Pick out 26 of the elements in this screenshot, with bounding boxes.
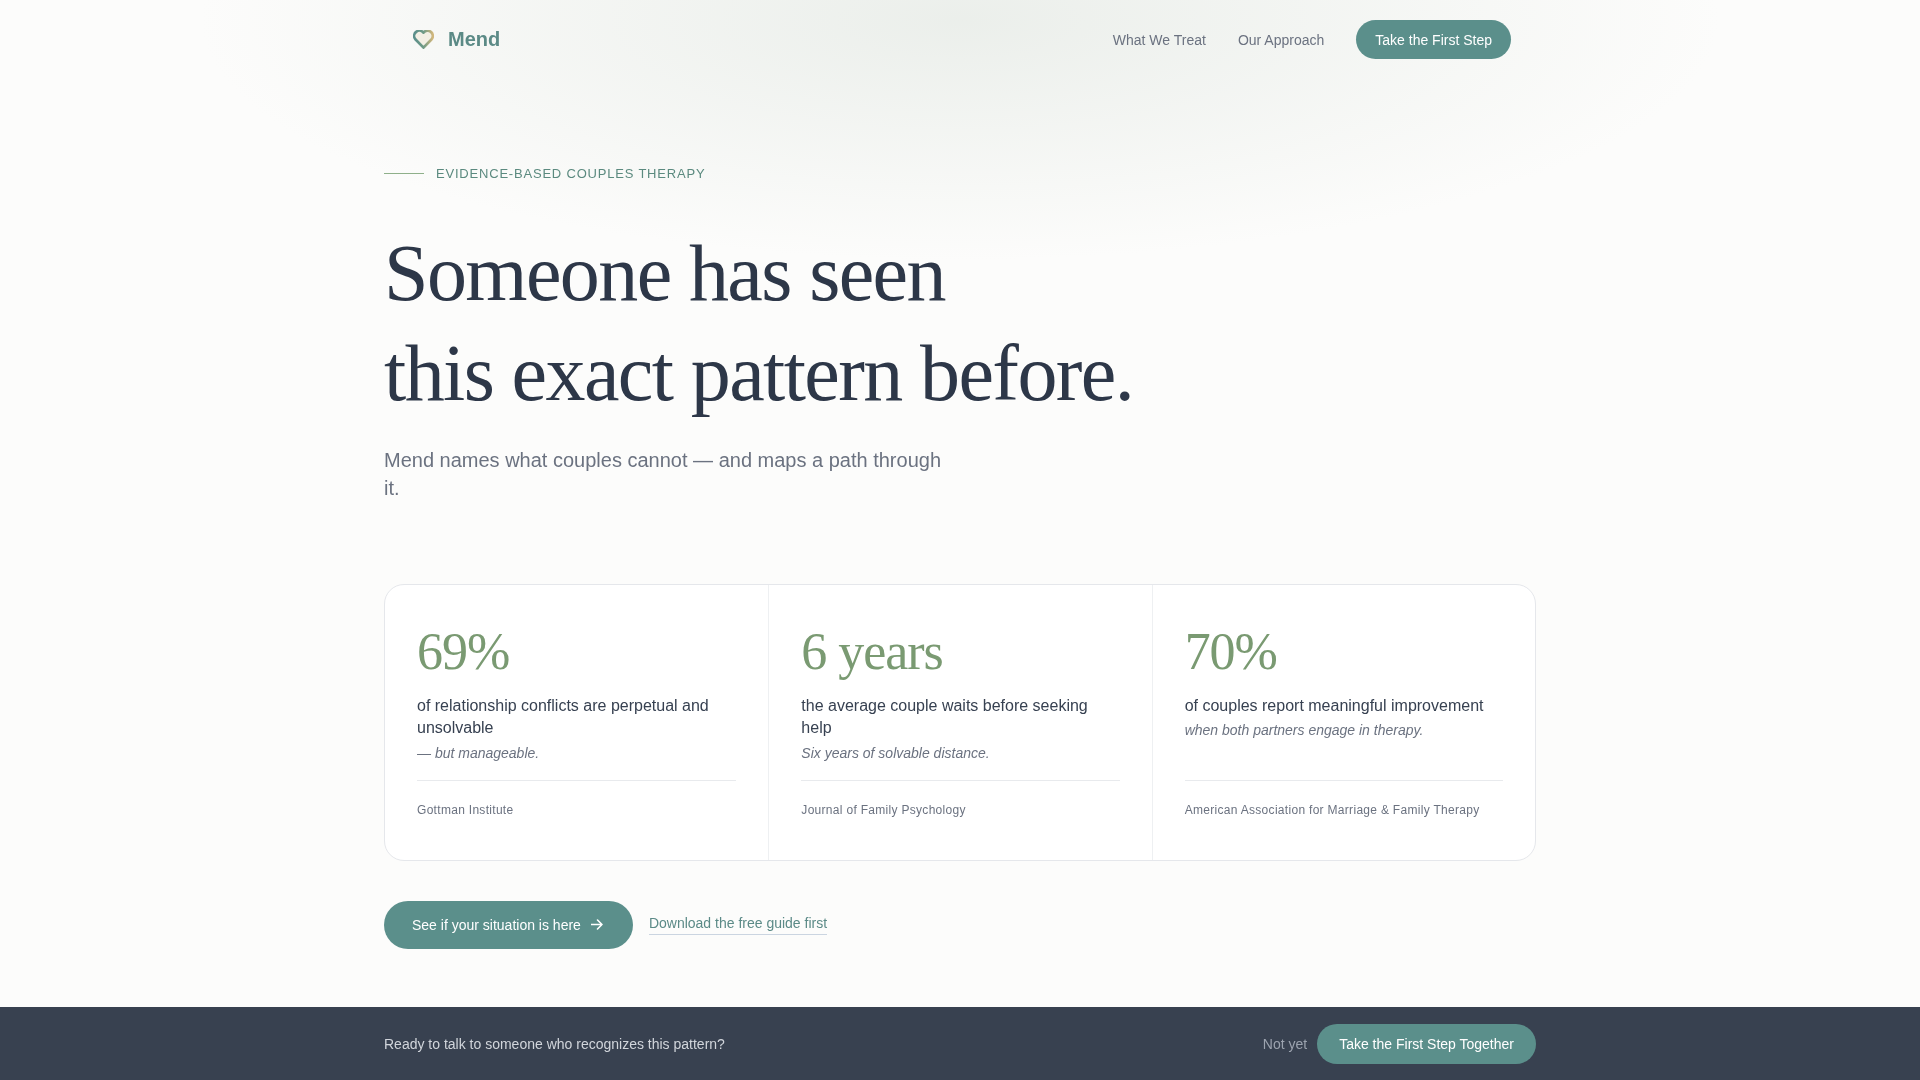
heart-icon bbox=[413, 30, 434, 49]
arrow-right-icon bbox=[590, 919, 603, 931]
cta-button[interactable]: Take the First Step Together bbox=[1317, 1023, 1536, 1064]
primary-button[interactable]: See if your situation is here bbox=[384, 900, 633, 949]
stat-value: 69% bbox=[417, 623, 510, 680]
download-link[interactable]: Download the free guide first bbox=[648, 914, 828, 935]
stat-description: of couples report meaningful improvement bbox=[1184, 696, 1484, 716]
nav-link[interactable]: Our Approach bbox=[1237, 31, 1325, 48]
stat-source: Journal of Family Psychology bbox=[801, 801, 966, 818]
stat-note: when both partners engage in therapy. bbox=[1184, 721, 1424, 741]
subtitle: Mend names what couples cannot — and maps a path through it. bbox=[384, 448, 942, 501]
brand-name: Mend bbox=[448, 28, 501, 51]
headline: Someone has seen this exact pattern before. bbox=[384, 228, 1134, 419]
nav-link[interactable]: What We Treat bbox=[1112, 31, 1206, 48]
stat-description: the average couple waits before seeking help bbox=[801, 696, 1089, 739]
not-yet-button[interactable]: Not yet bbox=[1262, 1035, 1308, 1052]
cta-button[interactable]: Take the First Step bbox=[1356, 20, 1511, 59]
stat-source: Gottman Institute bbox=[417, 801, 514, 818]
stat-source: American Association for Marriage & Family Therapy bbox=[1184, 801, 1480, 818]
stat-description: of relationship conflicts are perpetual and unsolvable bbox=[417, 696, 710, 739]
stat-value: 70% bbox=[1184, 623, 1277, 680]
eyebrow-label: EVIDENCE-BASED COUPLES THERAPY bbox=[436, 165, 706, 181]
stat-note: Six years of solvable distance. bbox=[801, 743, 990, 763]
stat-value: 6 years bbox=[801, 623, 943, 680]
bottom-bar-message: Ready to talk to someone who recognizes this pattern? bbox=[384, 1035, 725, 1052]
stat-note: — but manageable. bbox=[417, 743, 540, 763]
